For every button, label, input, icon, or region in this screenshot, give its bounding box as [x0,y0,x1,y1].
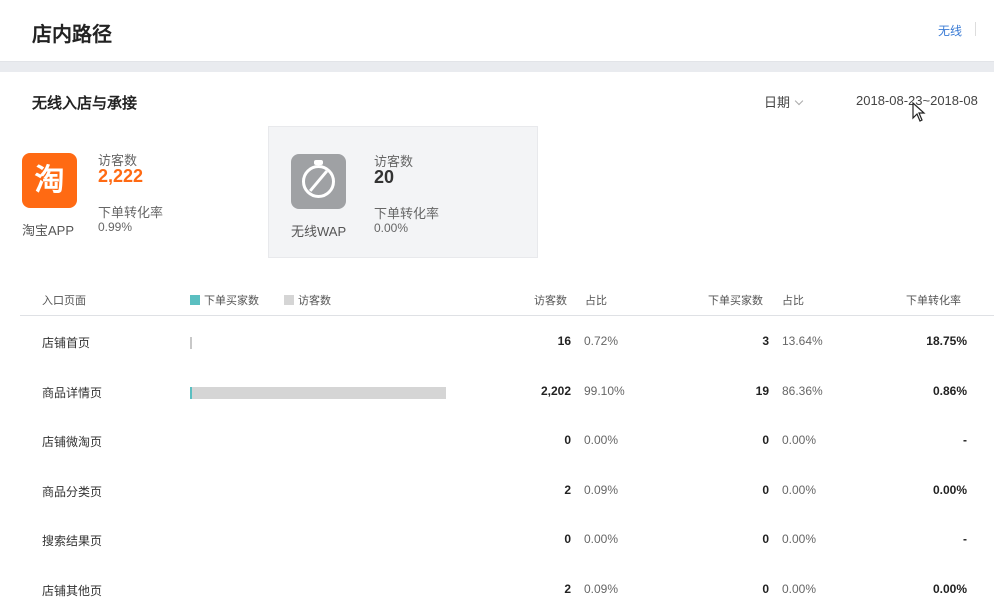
entry-page-name: 搜索结果页 [42,534,103,548]
buyers-count: 19 [755,383,769,398]
buyers-share: 0.00% [782,482,817,497]
visitors-share: 0.00% [584,532,619,546]
channel-card-wireless-wap[interactable]: 无线WAP 访客数 20 下单转化率 0.00% [268,126,538,258]
visitors-share: 99.10% [584,383,625,398]
legend-visitors[interactable]: 访客数 [284,292,331,308]
header-buyers-share: 占比 [782,295,804,307]
header-entry-page: 入口页面 [42,295,86,307]
legend-swatch-buyers [190,295,200,305]
buyers-share: 13.64% [782,334,823,348]
header-share: 占比 [585,295,607,307]
conversion-rate: 0.86% [932,383,967,398]
page-header: 店内路径 无线 [0,0,994,62]
channel-name: 淘宝APP [22,223,75,238]
table-row[interactable]: 店铺微淘页 0 0.00% 0 0.00% - [20,415,994,465]
date-selector-label: 日期 [764,95,791,110]
conversion-rate: 0.00% [932,581,967,596]
visitors-value: 2,222 [98,166,144,186]
conversion-rate: - [963,433,967,447]
buyers-count: 0 [762,532,769,546]
visitor-bar-fill [190,337,192,349]
entry-page-name: 店铺其他页 [42,583,103,598]
section-title: 无线入店与承接 [32,95,138,112]
visitors-count: 2,202 [540,383,571,398]
visitors-share: 0.72% [584,334,619,348]
entry-page-name: 商品分类页 [42,484,103,499]
channel-name: 无线WAP [291,224,347,239]
visitors-count: 16 [557,334,571,348]
visitors-share: 0.00% [584,433,619,447]
chevron-down-icon [794,96,804,106]
visitors-share: 0.09% [584,581,619,596]
buyers-share: 0.00% [782,581,817,596]
conversion-rate: 18.75% [926,334,967,348]
visitors-count: 2 [564,581,571,596]
wireless-entry-panel: 无线入店与承接 日期 2018-08-23~2018-08 淘 淘宝APP 访客… [0,72,994,610]
table-row[interactable]: 搜索结果页 0 0.00% 0 0.00% - [20,514,994,564]
buyers-share: 86.36% [782,383,823,398]
date-selector[interactable]: 日期 [764,92,804,111]
visitor-bar-fill [190,386,446,399]
conversion-label: 下单转化率 [98,205,164,220]
conversion-rate: 0.00% [932,482,967,497]
entry-page-name: 店铺首页 [42,336,91,350]
visitors-count: 2 [564,482,571,497]
table-body: 店铺首页 16 0.72% 3 13.64% 18.75% 商品详情页 2,202 99.10%… [20,316,994,610]
buyers-count: 3 [762,334,769,348]
compass-icon [291,154,346,209]
header-divider [975,22,976,36]
table-row[interactable]: 店铺首页 16 0.72% 3 13.64% 18.75% [20,316,994,366]
legend-swatch-visitors [284,295,294,305]
table-row[interactable]: 店铺其他页 2 0.09% 0 0.00% 0.00% [20,564,994,610]
visitors-count: 0 [564,433,571,447]
page-title: 店内路径 [32,24,112,46]
visitors-count: 0 [564,532,571,546]
header-visitors: 访客数 [534,295,567,307]
mouse-cursor-icon [912,102,926,122]
legend-buyers[interactable]: 下单买家数 [190,292,259,308]
buyers-count: 0 [762,433,769,447]
conversion-value: 0.00% [374,221,409,235]
visitors-value: 20 [374,167,395,187]
table-row[interactable]: 商品分类页 2 0.09% 0 0.00% 0.00% [20,465,994,515]
table-row[interactable]: 商品详情页 2,202 99.10% 19 86.36% 0.86% [20,366,994,416]
entry-page-name: 店铺微淘页 [42,435,103,449]
wireless-link[interactable]: 无线 [938,22,962,39]
conversion-rate: - [963,532,967,546]
visitors-share: 0.09% [584,482,619,497]
buyer-bar-fill [190,386,192,399]
legend-buyers-label: 下单买家数 [204,295,259,307]
buyers-count: 0 [762,482,769,497]
conversion-value: 0.99% [98,220,133,234]
entry-page-name: 商品详情页 [42,385,103,400]
buyers-share: 0.00% [782,433,817,447]
header-conversion: 下单转化率 [906,295,961,307]
channel-card-taobao-app[interactable]: 淘 淘宝APP 访客数 2,222 下单转化率 0.99% [0,126,268,258]
taobao-icon: 淘 [22,153,77,208]
conversion-label: 下单转化率 [374,206,440,221]
buyers-share: 0.00% [782,532,817,546]
buyers-count: 0 [762,581,769,596]
entry-page-table: 入口页面 下单买家数 访客数 访客数 占比 下单买家数 占比 下单转化率 店铺首… [20,282,994,610]
header-buyers: 下单买家数 [708,295,763,307]
table-header: 入口页面 下单买家数 访客数 访客数 占比 下单买家数 占比 下单转化率 [20,282,994,316]
legend-visitors-label: 访客数 [298,295,331,307]
